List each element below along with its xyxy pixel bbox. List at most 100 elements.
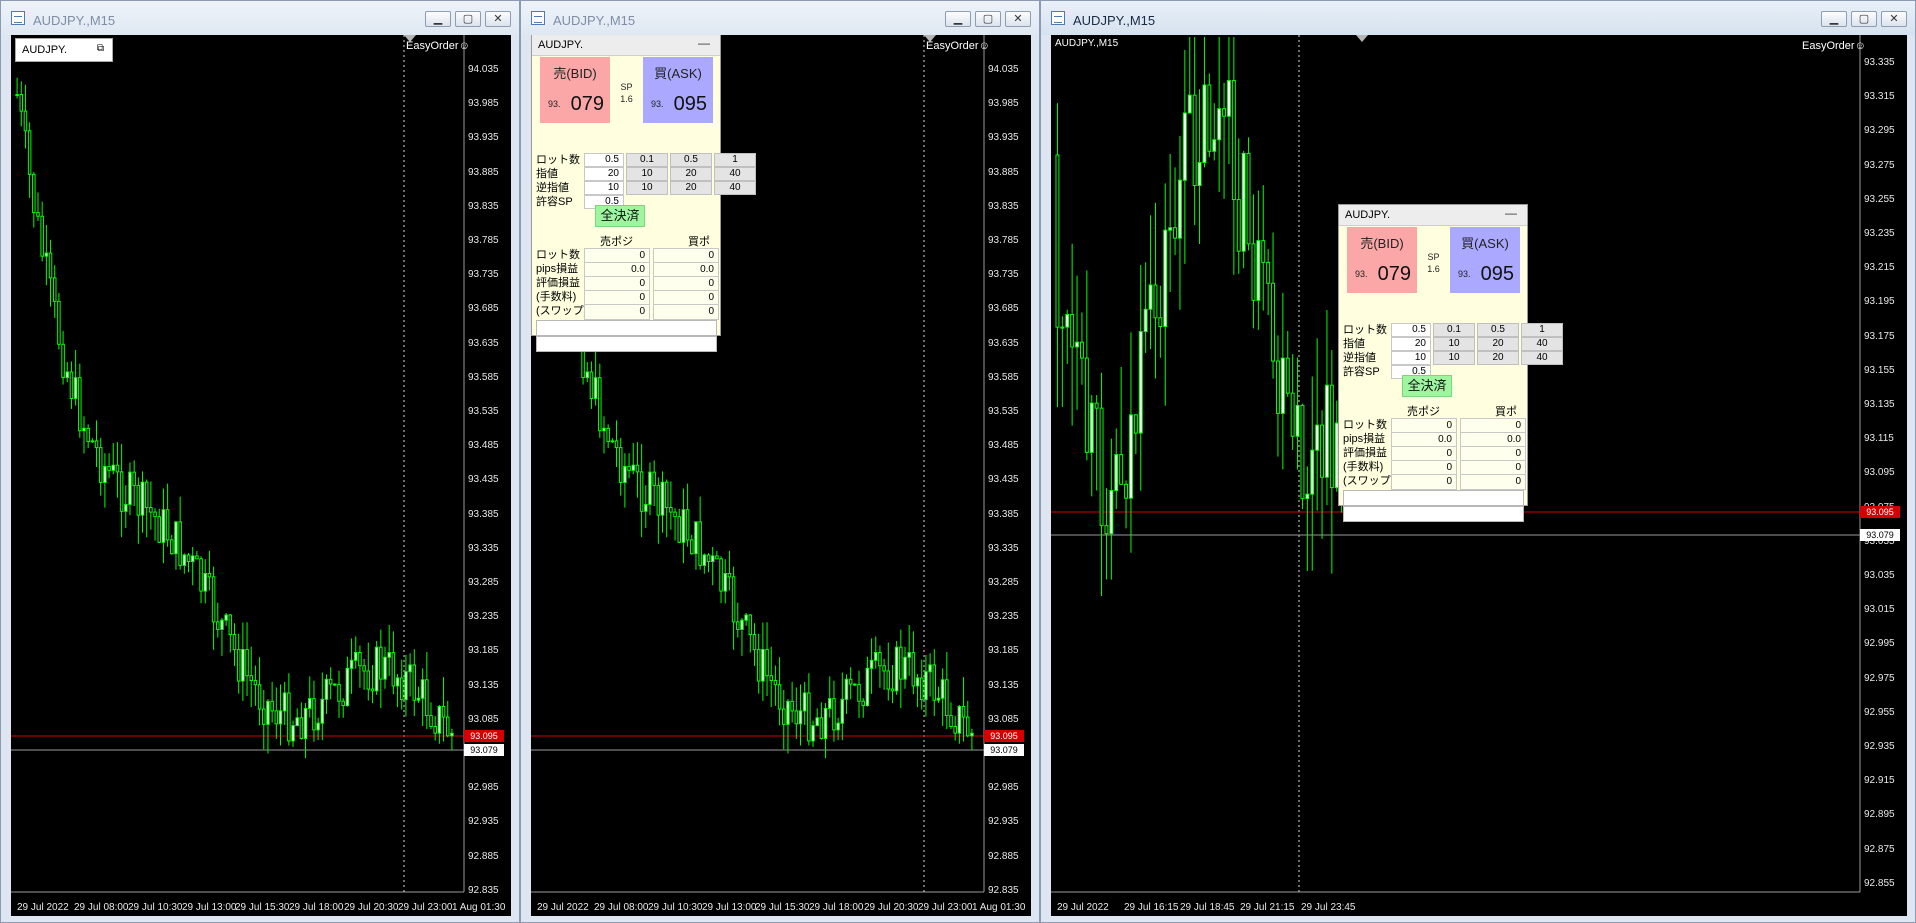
preset-button[interactable]: 10 bbox=[626, 167, 668, 181]
candle-body bbox=[420, 679, 425, 699]
panel-titlebar[interactable]: AUDJPY. — bbox=[532, 35, 720, 56]
maximize-button[interactable]: ▢ bbox=[975, 11, 1001, 27]
setting-value-input[interactable]: 20 bbox=[584, 167, 624, 181]
candle-body bbox=[924, 671, 928, 701]
price-chart[interactable]: AUDJPY. ⧉ EasyOrder☺ 94.035 93.985 93.935 93… bbox=[11, 35, 511, 916]
candle-body bbox=[358, 652, 362, 667]
buy-ask-button[interactable]: 買(ASK) 93. 095 bbox=[643, 57, 713, 123]
maximize-button[interactable]: ▢ bbox=[1851, 11, 1877, 27]
preset-button[interactable]: 10 bbox=[1433, 351, 1475, 365]
price-tick-label: 93.235 bbox=[468, 611, 499, 623]
time-tick-label: 29 Jul 2022 bbox=[537, 902, 589, 913]
price-tick-label: 93.685 bbox=[468, 303, 499, 315]
status-bar-1 bbox=[536, 320, 717, 336]
setting-value-input[interactable]: 20 bbox=[1391, 337, 1431, 351]
preset-button[interactable]: 10 bbox=[1433, 337, 1475, 351]
setting-value-input[interactable]: 10 bbox=[1391, 351, 1431, 365]
price-tick-label: 92.835 bbox=[468, 884, 499, 896]
ask-price-big: 095 bbox=[673, 93, 707, 115]
candle-body bbox=[748, 614, 753, 636]
close-button[interactable]: ✕ bbox=[1881, 11, 1907, 27]
bid-price-big: 079 bbox=[1377, 263, 1411, 285]
window-titlebar[interactable]: AUDJPY.,M15 ▁ ▢ ✕ bbox=[1, 1, 519, 35]
preset-button[interactable]: 20 bbox=[670, 181, 712, 195]
setting-label: 許容SP bbox=[536, 196, 573, 208]
minimize-button[interactable]: ▁ bbox=[945, 11, 971, 27]
preset-button[interactable]: 40 bbox=[714, 167, 756, 181]
chart-window-3[interactable]: AUDJPY.,M15 ▁ ▢ ✕ AUDJPY.,M15 EasyOrder☺… bbox=[1040, 0, 1916, 923]
price-chart[interactable]: EasyOrder☺ 94.035 93.985 93.935 93.885 93.83… bbox=[531, 35, 1031, 916]
chart-window-1[interactable]: AUDJPY.,M15 ▁ ▢ ✕ AUDJPY. ⧉ EasyOrder☺ 94… bbox=[0, 0, 520, 923]
price-tick-label: 92.985 bbox=[468, 782, 499, 794]
preset-button[interactable]: 10 bbox=[626, 181, 668, 195]
easyorder-panel[interactable]: AUDJPY. — 売(BID) 93. 079 SP 1.6 買(ASK) 93… bbox=[1338, 204, 1563, 522]
preset-button[interactable]: 40 bbox=[714, 181, 756, 195]
preset-button[interactable]: 0.1 bbox=[1433, 323, 1475, 337]
price-tick-label: 93.095 bbox=[1864, 467, 1895, 479]
minimize-button[interactable]: ▁ bbox=[425, 11, 451, 27]
preset-button[interactable]: 0.1 bbox=[626, 153, 668, 167]
price-tick-label: 93.285 bbox=[468, 577, 499, 588]
candle-body bbox=[211, 576, 216, 623]
candle-body bbox=[241, 648, 245, 682]
buy-ask-button[interactable]: 買(ASK) 93. 095 bbox=[1450, 227, 1520, 293]
panel-minimize-button[interactable]: — bbox=[1505, 206, 1517, 220]
candle-body bbox=[399, 677, 404, 701]
candle-body bbox=[848, 678, 853, 685]
candle-body bbox=[366, 670, 371, 690]
maximize-button[interactable]: ▢ bbox=[455, 11, 481, 27]
preset-button[interactable]: 20 bbox=[670, 167, 712, 181]
preset-button[interactable]: 20 bbox=[1477, 351, 1519, 365]
candle-body bbox=[1075, 341, 1080, 348]
candle-body bbox=[224, 614, 228, 621]
candle-body bbox=[190, 555, 195, 563]
chart-window-2[interactable]: AUDJPY.,M15 ▁ ▢ ✕ EasyOrder☺ 94.035 93.98… bbox=[520, 0, 1040, 923]
candle-body bbox=[328, 678, 333, 685]
easyorder-panel[interactable]: AUDJPY. — 売(BID) 93. 079 SP 1.6 買(ASK) 93… bbox=[531, 35, 756, 352]
preset-button[interactable]: 0.5 bbox=[1477, 323, 1519, 337]
setting-value-input[interactable]: 0.5 bbox=[584, 153, 624, 167]
preset-button[interactable]: 40 bbox=[1521, 351, 1563, 365]
close-button[interactable]: ✕ bbox=[1005, 11, 1031, 27]
candle-body bbox=[1315, 424, 1320, 451]
candle-body bbox=[1275, 360, 1280, 414]
candle-body bbox=[786, 700, 790, 725]
minimize-button[interactable]: ▁ bbox=[1821, 11, 1847, 27]
restore-icon[interactable]: ⧉ bbox=[97, 43, 104, 54]
panel-minimize-button[interactable]: — bbox=[698, 36, 710, 50]
preset-button[interactable]: 40 bbox=[1521, 337, 1563, 351]
preset-button[interactable]: 1 bbox=[714, 153, 756, 167]
setting-value-input[interactable]: 0.5 bbox=[1391, 323, 1431, 337]
sell-bid-button[interactable]: 売(BID) 93. 079 bbox=[540, 57, 610, 123]
setting-value-input[interactable]: 10 bbox=[584, 181, 624, 195]
time-tick-label: 29 Jul 10:30 bbox=[128, 902, 183, 913]
candle-body bbox=[598, 377, 602, 432]
bid-price-tag: 93.095 bbox=[1860, 506, 1900, 518]
candle-body bbox=[1310, 449, 1315, 495]
sell-position-value: 0 bbox=[1391, 474, 1457, 490]
preset-button[interactable]: 20 bbox=[1477, 337, 1519, 351]
symbol-box[interactable]: AUDJPY. ⧉ bbox=[15, 38, 113, 62]
price-chart[interactable]: AUDJPY.,M15 EasyOrder☺ 93.335 93.315 93.29… bbox=[1051, 35, 1907, 916]
candle-body bbox=[450, 732, 454, 737]
easyorder-label: EasyOrder☺ bbox=[406, 40, 470, 52]
sell-bid-button[interactable]: 売(BID) 93. 079 bbox=[1347, 227, 1417, 293]
window-titlebar[interactable]: AUDJPY.,M15 ▁ ▢ ✕ bbox=[1041, 1, 1915, 35]
time-tick-label: 29 Jul 18:00 bbox=[809, 902, 864, 913]
preset-button[interactable]: 1 bbox=[1521, 323, 1563, 337]
candle-body bbox=[144, 481, 149, 509]
price-tick-label: 93.275 bbox=[1864, 159, 1895, 171]
candle-body bbox=[1285, 357, 1290, 394]
candle-body bbox=[936, 697, 941, 701]
close-all-button[interactable]: 全決済 bbox=[595, 205, 645, 227]
preset-button[interactable]: 0.5 bbox=[670, 153, 712, 167]
close-all-button[interactable]: 全決済 bbox=[1402, 375, 1452, 397]
window-titlebar[interactable]: AUDJPY.,M15 ▁ ▢ ✕ bbox=[521, 1, 1039, 35]
price-tick-label: 92.835 bbox=[988, 884, 1019, 896]
candle-body bbox=[773, 680, 778, 686]
close-button[interactable]: ✕ bbox=[485, 11, 511, 27]
price-tick-label: 93.985 bbox=[468, 98, 499, 110]
panel-titlebar[interactable]: AUDJPY. — bbox=[1339, 205, 1527, 226]
price-tick-label: 93.315 bbox=[1864, 91, 1895, 103]
candle-body bbox=[823, 707, 828, 739]
